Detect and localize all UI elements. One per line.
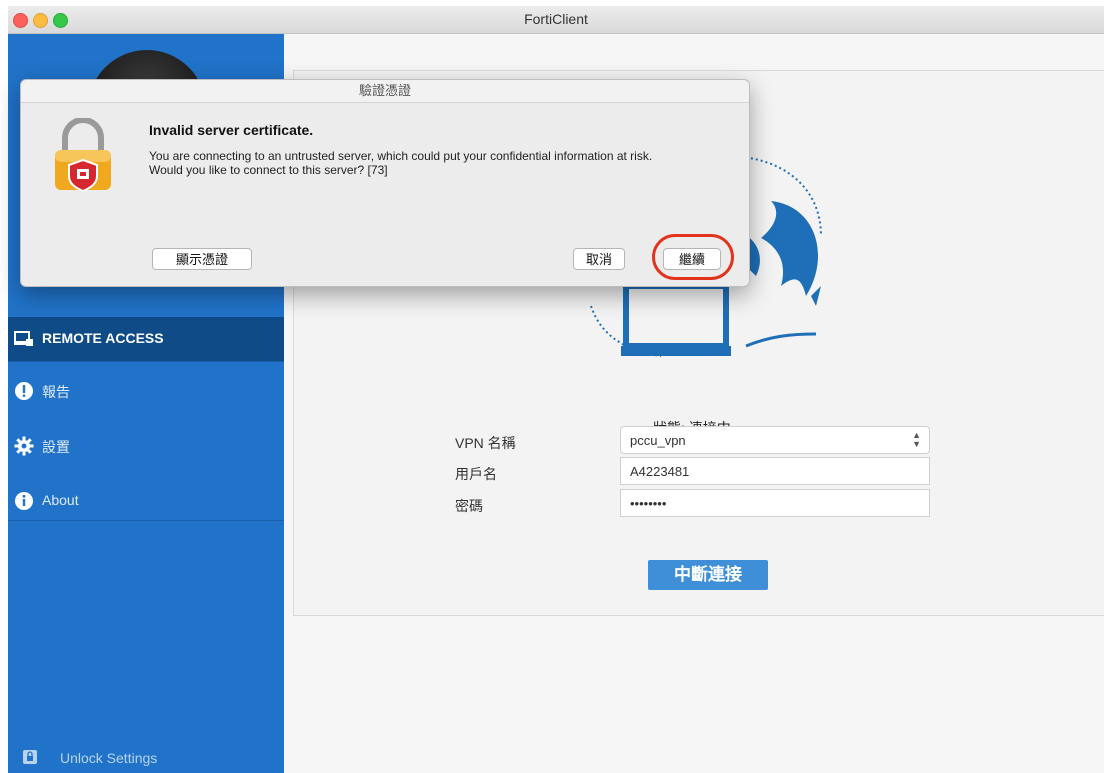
title-bar: FortiClient <box>8 6 1104 34</box>
vpn-name-value: pccu_vpn <box>630 433 686 448</box>
remote-access-icon <box>14 331 33 346</box>
gear-icon <box>14 436 34 456</box>
vpn-name-select[interactable]: pccu_vpn ▲ ▼ <box>620 426 930 454</box>
sidebar-item-about[interactable]: About <box>8 479 284 523</box>
username-value: A4223481 <box>630 464 690 479</box>
sidebar-item-label: About <box>42 492 79 508</box>
sidebar-item-settings[interactable]: 設置 <box>8 424 284 468</box>
sidebar-item-remote-access[interactable]: REMOTE ACCESS <box>8 317 284 361</box>
lock-icon <box>23 750 37 764</box>
window-title: FortiClient <box>524 11 588 27</box>
password-label: 密碼 <box>455 498 483 514</box>
username-label: 用戶名 <box>455 466 497 482</box>
password-field[interactable]: •••••••• <box>620 489 930 517</box>
dialog-title: 驗證憑證 <box>21 80 749 103</box>
sidebar-item-label: REMOTE ACCESS <box>42 330 164 346</box>
certificate-dialog: 驗證憑證 Invalid server certificate. You are… <box>20 79 750 287</box>
disconnect-button[interactable]: 中斷連接 <box>648 560 768 590</box>
password-value: •••••••• <box>630 496 667 511</box>
show-certificate-button[interactable]: 顯示憑證 <box>152 248 252 270</box>
unlock-settings-button[interactable]: Unlock Settings <box>8 747 284 773</box>
dialog-message: You are connecting to an untrusted serve… <box>149 149 653 177</box>
info-icon <box>15 492 33 510</box>
unlock-settings-label: Unlock Settings <box>60 750 158 766</box>
alert-icon <box>15 382 33 400</box>
select-arrows-icon: ▲ ▼ <box>912 430 921 449</box>
cancel-button[interactable]: 取消 <box>573 248 625 270</box>
padlock-warning-icon <box>55 118 111 192</box>
username-field[interactable]: A4223481 <box>620 457 930 485</box>
vpn-name-label: VPN 名稱 <box>455 435 516 451</box>
sidebar-divider <box>8 361 284 362</box>
dialog-heading: Invalid server certificate. <box>149 122 314 138</box>
sidebar-item-reports[interactable]: 報告 <box>8 369 284 413</box>
continue-highlight-ring <box>652 234 734 280</box>
sidebar-item-label: 報告 <box>42 384 70 400</box>
sidebar-item-label: 設置 <box>42 439 70 455</box>
sidebar-divider <box>8 520 284 521</box>
